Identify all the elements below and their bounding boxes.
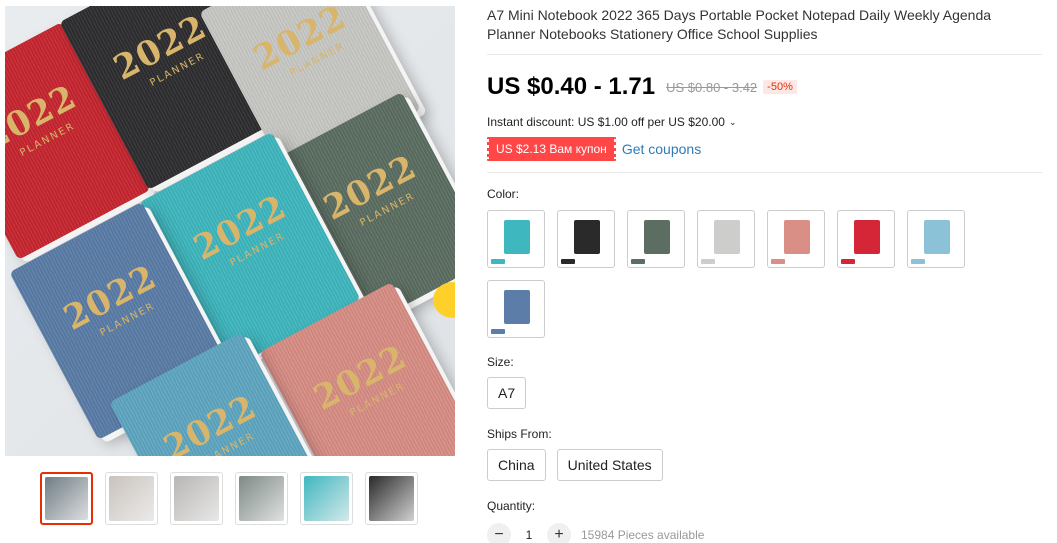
swatch-image: [714, 220, 740, 254]
swatch-tag: [701, 259, 715, 264]
instant-discount-text: Instant discount: US $1.00 off per US $2…: [487, 115, 725, 129]
size-options: A7: [487, 377, 1042, 409]
coupon-row: US $2.13 Вам купон Get coupons: [486, 137, 1042, 161]
swatch-tag: [631, 259, 645, 264]
thumbnail-3[interactable]: [170, 472, 223, 525]
divider: [487, 172, 1042, 173]
color-swatches: [487, 210, 987, 338]
swatch-tag: [561, 259, 575, 264]
color-option-light-blue[interactable]: [907, 210, 965, 268]
color-option-blue[interactable]: [487, 280, 545, 338]
quantity-minus-button[interactable]: −: [487, 523, 511, 543]
ships-from-options: China United States: [487, 449, 1042, 481]
quantity-label: Quantity:: [487, 499, 536, 513]
swatch-image: [644, 220, 670, 254]
instant-discount[interactable]: Instant discount: US $1.00 off per US $2…: [487, 115, 1042, 129]
ships-option-united-states[interactable]: United States: [556, 449, 663, 481]
thumbnail-image: [174, 476, 219, 521]
thumbnail-2[interactable]: [105, 472, 158, 525]
price-row: US $0.40 - 1.71 US $0.80 - 3.42 -50%: [487, 73, 1042, 101]
swatch-image: [504, 220, 530, 254]
quantity-stepper: − 1 + 15984 Pieces available: [487, 523, 1042, 543]
ships-option-china[interactable]: China: [487, 449, 546, 481]
thumbnail-5[interactable]: [300, 472, 353, 525]
discount-badge: -50%: [763, 80, 797, 94]
quantity-value[interactable]: 1: [511, 528, 547, 542]
product-info: A7 Mini Notebook 2022 365 Days Portable …: [486, 6, 1042, 543]
available-stock: 15984 Pieces available: [581, 528, 705, 542]
thumbnail-image: [109, 476, 154, 521]
image-gallery: 2022 PLANNER 2022 PLANNER 2022 PLANNER 2022 PLA…: [5, 6, 455, 525]
swatch-image: [854, 220, 880, 254]
original-price: US $0.80 - 3.42: [666, 79, 758, 95]
color-option-pink[interactable]: [767, 210, 825, 268]
size-option-a7[interactable]: A7: [487, 377, 527, 409]
main-product-image[interactable]: 2022 PLANNER 2022 PLANNER 2022 PLANNER 2022 PLA…: [5, 6, 455, 456]
thumbnail-1[interactable]: [40, 472, 93, 525]
thumbnail-4[interactable]: [235, 472, 288, 525]
swatch-tag: [491, 329, 505, 334]
swatch-image: [784, 220, 810, 254]
swatch-tag: [911, 259, 925, 264]
size-label: Size:: [487, 355, 514, 369]
get-coupons-link[interactable]: Get coupons: [622, 141, 701, 157]
current-price: US $0.40 - 1.71: [487, 73, 656, 100]
color-option-grey[interactable]: [697, 210, 755, 268]
thumbnail-image: [369, 476, 414, 521]
swatch-tag: [491, 259, 505, 264]
book-year: 2022: [157, 387, 264, 456]
chevron-down-icon: ⌄: [728, 116, 737, 127]
swatch-tag: [771, 259, 785, 264]
ships-from-label: Ships From:: [487, 427, 552, 441]
color-option-teal[interactable]: [487, 210, 545, 268]
thumbnail-image: [45, 477, 88, 520]
coupon-badge[interactable]: US $2.13 Вам купон: [486, 137, 617, 161]
color-option-black[interactable]: [557, 210, 615, 268]
product-title: A7 Mini Notebook 2022 365 Days Portable …: [487, 7, 992, 42]
color-option-green[interactable]: [627, 210, 685, 268]
thumbnail-image: [239, 476, 284, 521]
thumbnail-image: [304, 476, 349, 521]
color-label: Color:: [487, 187, 520, 201]
swatch-image: [924, 220, 950, 254]
thumbnail-strip: [5, 472, 455, 525]
divider: [487, 54, 1042, 55]
swatch-image: [574, 220, 600, 254]
swatch-image: [504, 290, 530, 324]
quantity-plus-button[interactable]: +: [547, 523, 571, 543]
swatch-tag: [841, 259, 855, 264]
thumbnail-6[interactable]: [365, 472, 418, 525]
color-option-red[interactable]: [837, 210, 895, 268]
